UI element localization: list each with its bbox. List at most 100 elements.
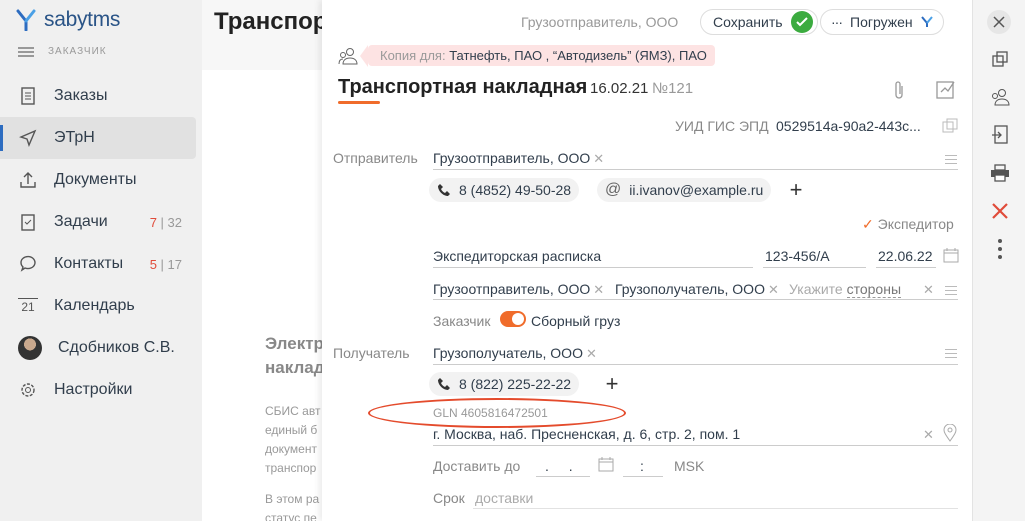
background-heading: Электр наклад: [265, 334, 325, 377]
role-label: ЗАКАЗЧИК: [48, 46, 107, 57]
import-icon[interactable]: [989, 124, 1011, 146]
field-underline: [536, 476, 590, 477]
forwarder-checkbox[interactable]: ✓ Экспедитор: [862, 216, 954, 233]
logo-text: sabytms: [44, 8, 121, 31]
add-contact-button[interactable]: +: [600, 371, 624, 396]
print-icon[interactable]: [989, 162, 1011, 184]
details-icon[interactable]: [945, 349, 957, 358]
background-title: Транспор: [214, 8, 328, 35]
uid-value: 0529514a-90a2-443c...: [776, 118, 921, 134]
highlight-ellipse: [368, 398, 626, 428]
delete-icon[interactable]: [989, 200, 1011, 222]
receiver-label: Получатель: [333, 345, 410, 361]
location-pin-icon[interactable]: [943, 424, 957, 442]
gear-icon: [18, 380, 38, 400]
nav-label: Заказы: [54, 87, 108, 104]
receiver-phone[interactable]: 8 (822) 225-22-22: [429, 372, 580, 396]
calendar-icon: 21: [18, 298, 38, 314]
parties-hint[interactable]: Укажите стороны: [789, 281, 902, 298]
chat-icon: [18, 254, 38, 274]
add-contact-button[interactable]: +: [784, 177, 808, 202]
clear-icon[interactable]: ✕: [923, 282, 934, 298]
field-underline: [433, 267, 753, 268]
field-underline: [433, 299, 958, 300]
tasks-counter: 7 | 32: [149, 214, 182, 230]
nav-label: Настройки: [54, 381, 133, 398]
sign-icon[interactable]: [935, 78, 957, 100]
copy-recipients[interactable]: Копия для: Татнефть, ПАО , “Автодизель” …: [360, 45, 715, 67]
timezone-label: MSK: [674, 458, 705, 474]
avatar: [18, 336, 42, 360]
copy-row: Копия для: Татнефть, ПАО , “Автодизель” …: [338, 45, 715, 67]
address-field[interactable]: г. Москва, наб. Пресненская, д. 6, стр. …: [433, 426, 740, 442]
at-icon: @: [605, 181, 622, 198]
send-icon: [18, 128, 38, 148]
nav-item-calendar[interactable]: 21 Календарь: [0, 285, 202, 327]
calendar-icon[interactable]: [598, 456, 614, 472]
attach-icon[interactable]: [893, 80, 905, 100]
uid-label: УИД ГИС ЭПД: [675, 118, 769, 134]
sender-header: Грузоотправитель, ООО: [521, 14, 679, 30]
orders-icon: [18, 86, 38, 106]
combined-cargo-label: Сборный груз: [531, 313, 621, 329]
nav-item-contacts[interactable]: Контакты 5 | 17: [0, 243, 202, 285]
nav-item-settings[interactable]: Настройки: [0, 369, 202, 411]
phone-icon: [438, 378, 450, 390]
field-underline: [876, 267, 936, 268]
saby-logo-icon: [16, 9, 36, 31]
field-underline: [473, 508, 958, 509]
nav-item-orders[interactable]: Заказы: [0, 75, 202, 117]
nav-label: ЭТрН: [54, 129, 95, 146]
role-row[interactable]: ЗАКАЗЧИК: [18, 46, 107, 57]
document-title: Транспортная накладная: [338, 76, 588, 98]
details-icon[interactable]: [945, 286, 957, 295]
receipt-name[interactable]: Экспедиторская расписка: [433, 248, 601, 264]
users-icon[interactable]: [338, 47, 358, 65]
nav-label: Задачи: [54, 213, 108, 230]
contacts-counter: 5 | 17: [149, 256, 182, 272]
details-icon[interactable]: [945, 155, 957, 164]
users-icon[interactable]: [989, 86, 1011, 108]
nav-label: Документы: [54, 171, 137, 188]
combined-cargo-toggle[interactable]: [500, 311, 526, 327]
sender-field[interactable]: Грузоотправитель, ООО ✕: [433, 150, 604, 167]
copy-icon[interactable]: [989, 48, 1011, 70]
sender-phone[interactable]: 8 (4852) 49-50-28: [429, 178, 580, 202]
nav-item-etrn[interactable]: ЭТрН: [0, 117, 196, 159]
sidebar: sabytms ЗАКАЗЧИК Заказы ЭТрН Документы З…: [0, 0, 202, 521]
menu-icon[interactable]: [18, 46, 34, 57]
sender-email[interactable]: @ ii.ivanov@example.ru: [597, 178, 772, 202]
nav-item-tasks[interactable]: Задачи 7 | 32: [0, 201, 202, 243]
app-logo[interactable]: sabytms: [16, 8, 120, 32]
document-date[interactable]: 16.02.21: [590, 80, 648, 97]
upload-icon: [18, 170, 38, 190]
calendar-icon[interactable]: [943, 247, 959, 263]
receipt-date[interactable]: 22.06.22: [878, 248, 933, 264]
party-1[interactable]: Грузоотправитель, ООО ✕: [433, 281, 604, 298]
deliver-date-input[interactable]: . .: [545, 458, 581, 474]
close-icon[interactable]: [987, 10, 1011, 34]
saby-logo-icon: [920, 16, 933, 27]
term-input[interactable]: доставки: [475, 490, 533, 506]
check-icon: [790, 11, 813, 33]
nav-menu: Заказы ЭТрН Документы Задачи 7 | 32 Конт…: [0, 75, 202, 411]
clear-icon[interactable]: ✕: [923, 427, 934, 443]
save-button[interactable]: Сохранить: [700, 9, 818, 35]
phone-icon: [438, 184, 450, 196]
title-underline: [338, 101, 380, 104]
more-vertical-icon[interactable]: [989, 238, 1011, 260]
copy-icon[interactable]: [942, 118, 958, 134]
deliver-by-label: Доставить до: [433, 458, 521, 474]
status-label: Погружен: [850, 14, 913, 30]
nav-item-user[interactable]: Сдобников С.В.: [0, 327, 202, 369]
right-toolbar: [972, 0, 1025, 521]
nav-item-documents[interactable]: Документы: [0, 159, 202, 201]
status-button[interactable]: ··· Погружен: [820, 9, 944, 35]
deliver-time-input[interactable]: :: [640, 458, 644, 474]
receiver-field[interactable]: Грузополучатель, ООО ✕: [433, 345, 597, 362]
sender-label: Отправитель: [333, 150, 418, 166]
receipt-number[interactable]: 123-456/А: [765, 248, 830, 264]
nav-label: Контакты: [54, 255, 124, 272]
document-number[interactable]: №121: [652, 80, 693, 97]
party-2[interactable]: Грузополучатель, ООО ✕: [615, 281, 779, 298]
